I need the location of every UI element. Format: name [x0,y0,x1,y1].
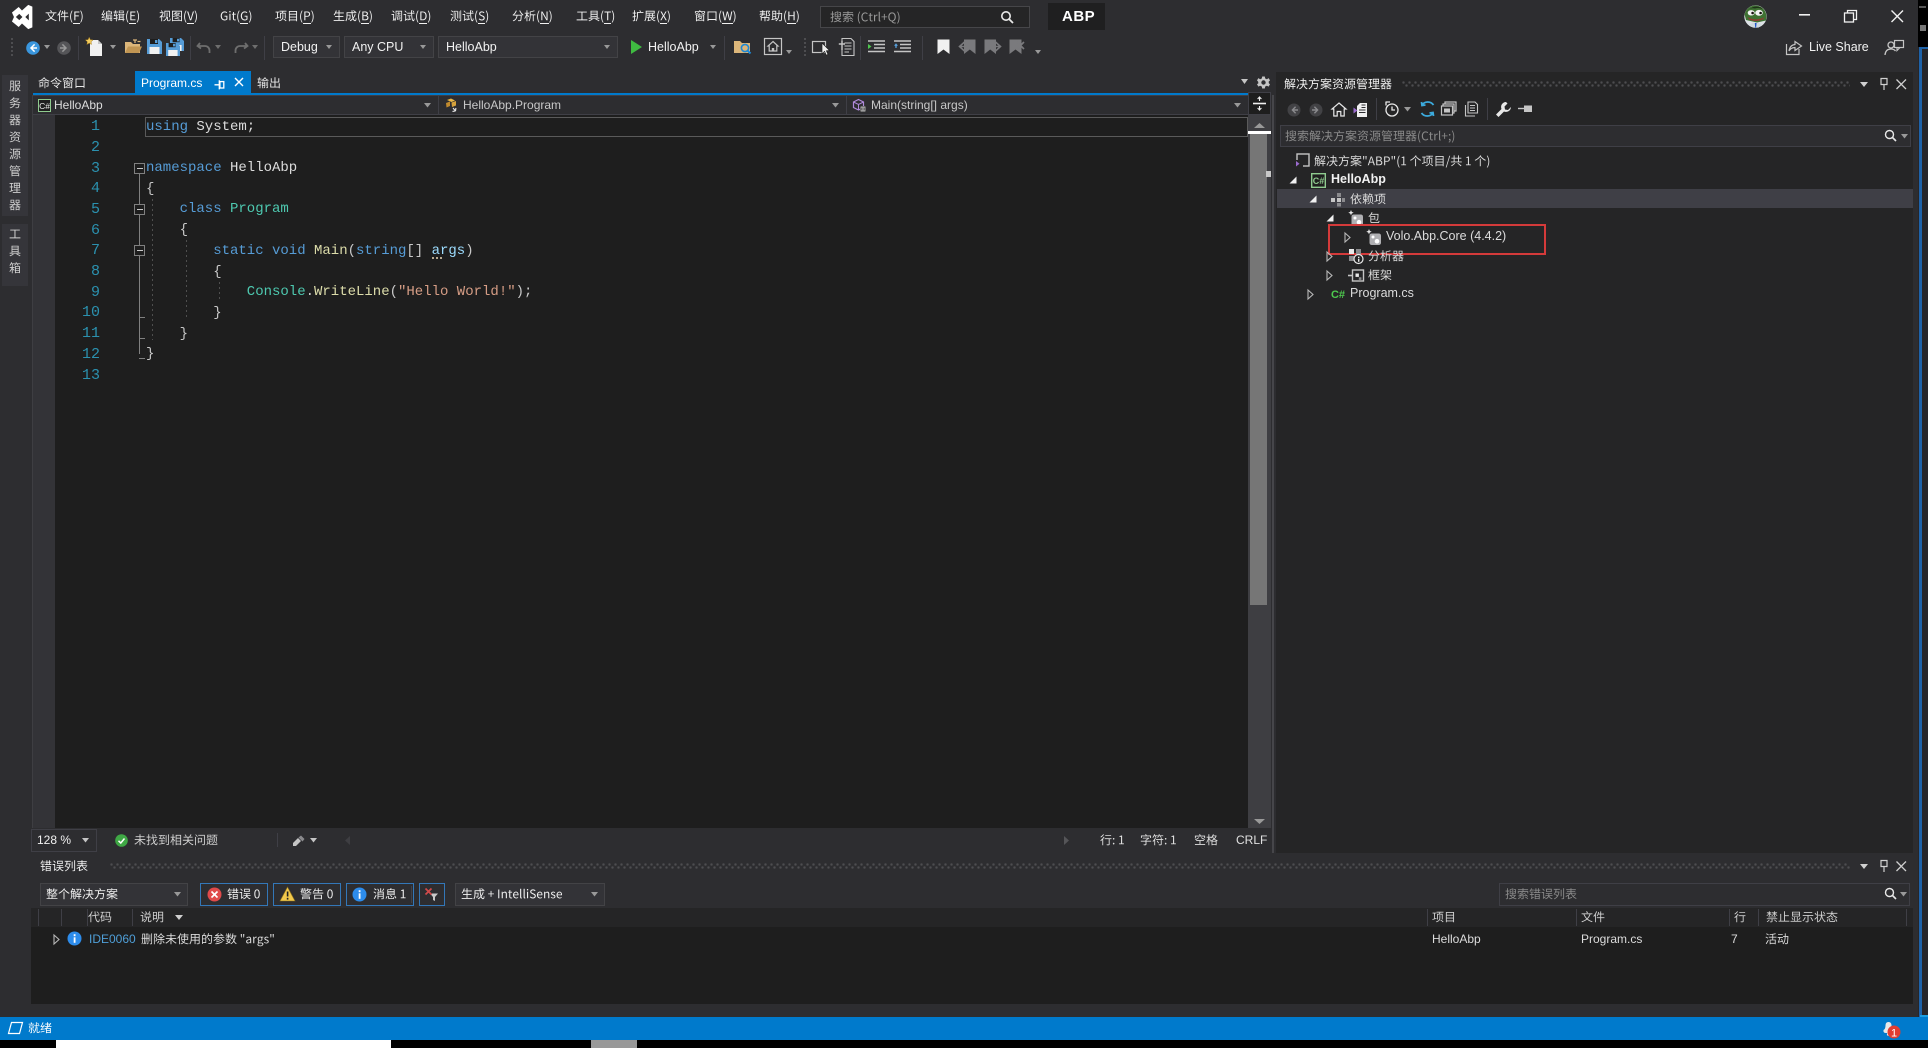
svg-text:1: 1 [1891,1027,1897,1039]
svg-text:C#: C# [39,101,50,111]
svg-text:C#: C# [1313,176,1325,186]
svg-text:C#: C# [1331,289,1345,301]
